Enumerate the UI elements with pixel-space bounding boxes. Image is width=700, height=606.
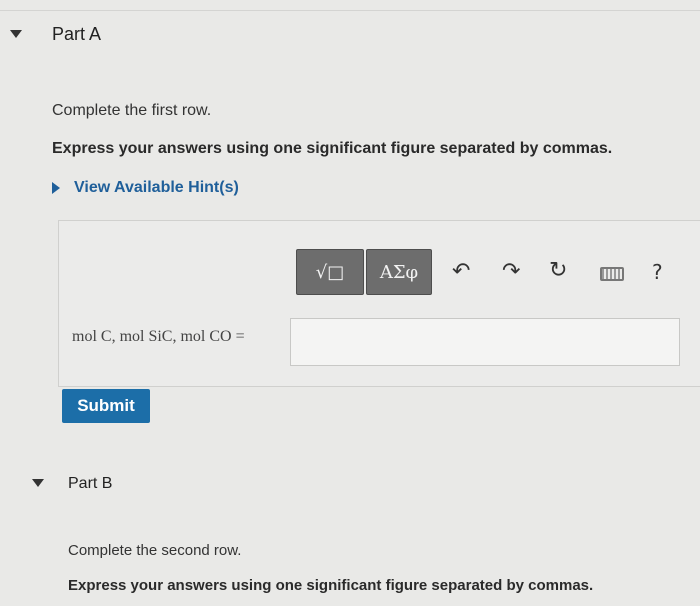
part-a-instruction: Express your answers using one significa… <box>52 140 613 157</box>
collapse-part-a-icon[interactable] <box>10 30 22 38</box>
templates-button[interactable]: √□ <box>296 249 364 295</box>
hint-expand-icon[interactable] <box>52 182 60 194</box>
reset-icon[interactable]: ↻ <box>549 258 567 283</box>
answer-label: mol C, mol SiC, mol CO = <box>72 328 245 345</box>
undo-icon[interactable]: ↶ <box>452 259 470 284</box>
greek-symbols-button[interactable]: ΑΣφ <box>366 249 432 295</box>
part-a-title[interactable]: Part A <box>52 24 101 45</box>
templates-icon: √□ <box>315 261 345 283</box>
top-divider <box>0 10 700 11</box>
answer-input[interactable] <box>290 318 680 366</box>
collapse-part-b-icon[interactable] <box>32 479 44 487</box>
part-b-prompt: Complete the second row. <box>68 542 242 559</box>
part-b-instruction: Express your answers using one significa… <box>68 577 594 594</box>
view-hints-link[interactable]: View Available Hint(s) <box>74 179 239 197</box>
help-icon[interactable]: ? <box>652 260 663 284</box>
part-b-title[interactable]: Part B <box>68 475 112 493</box>
greek-symbols-label: ΑΣφ <box>379 261 419 283</box>
keyboard-icon[interactable] <box>600 267 624 281</box>
redo-icon[interactable]: ↷ <box>502 259 520 284</box>
submit-button[interactable]: Submit <box>62 389 150 423</box>
part-a-prompt: Complete the first row. <box>52 102 212 119</box>
